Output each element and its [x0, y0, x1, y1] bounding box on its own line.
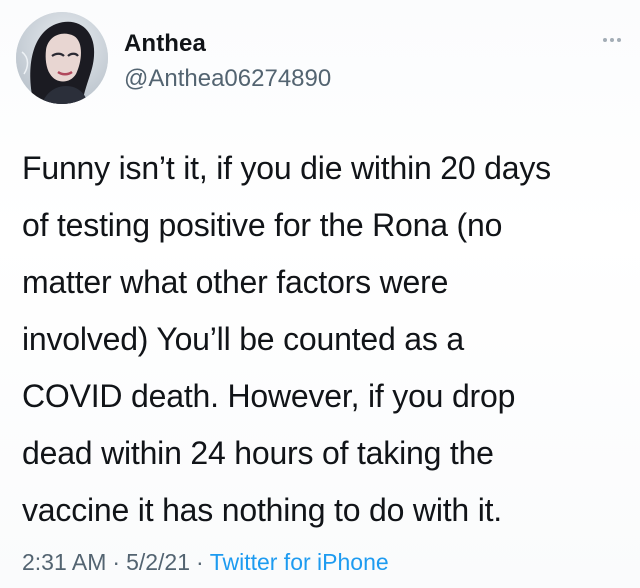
- author-handle[interactable]: @Anthea06274890: [124, 65, 331, 93]
- tweet-text: Funny isn’t it, if you die within 20 day…: [22, 140, 632, 539]
- meta-separator: ·: [196, 549, 204, 575]
- more-horizontal-icon: [603, 38, 607, 42]
- tweet-text-line: vaccine it has nothing to do with it.: [22, 492, 502, 528]
- tweet-metadata: 2:31 AM · 5/2/21 · Twitter for iPhone: [22, 549, 389, 576]
- more-options-button[interactable]: [592, 28, 632, 52]
- tweet-time[interactable]: 2:31 AM: [22, 549, 106, 575]
- tweet-text-line: dead within 24 hours of taking the: [22, 435, 494, 471]
- tweet-text-line: matter what other factors were: [22, 264, 449, 300]
- avatar[interactable]: [16, 12, 108, 104]
- tweet-text-line: Funny isn’t it, if you die within 20 day…: [22, 150, 551, 186]
- tweet-source-link[interactable]: Twitter for iPhone: [210, 549, 389, 575]
- tweet-card: Anthea @Anthea06274890 Funny isn’t it, i…: [0, 0, 640, 588]
- author-display-name[interactable]: Anthea: [124, 30, 206, 58]
- more-horizontal-icon-dot: [617, 38, 621, 42]
- avatar-image: [16, 12, 108, 104]
- tweet-date[interactable]: 5/2/21: [126, 549, 190, 575]
- more-horizontal-icon-dot: [610, 38, 614, 42]
- tweet-text-line: involved) You’ll be counted as a: [22, 321, 464, 357]
- meta-separator: ·: [112, 549, 121, 575]
- tweet-text-line: COVID death. However, if you drop: [22, 378, 516, 414]
- tweet-text-line: of testing positive for the Rona (no: [22, 207, 503, 243]
